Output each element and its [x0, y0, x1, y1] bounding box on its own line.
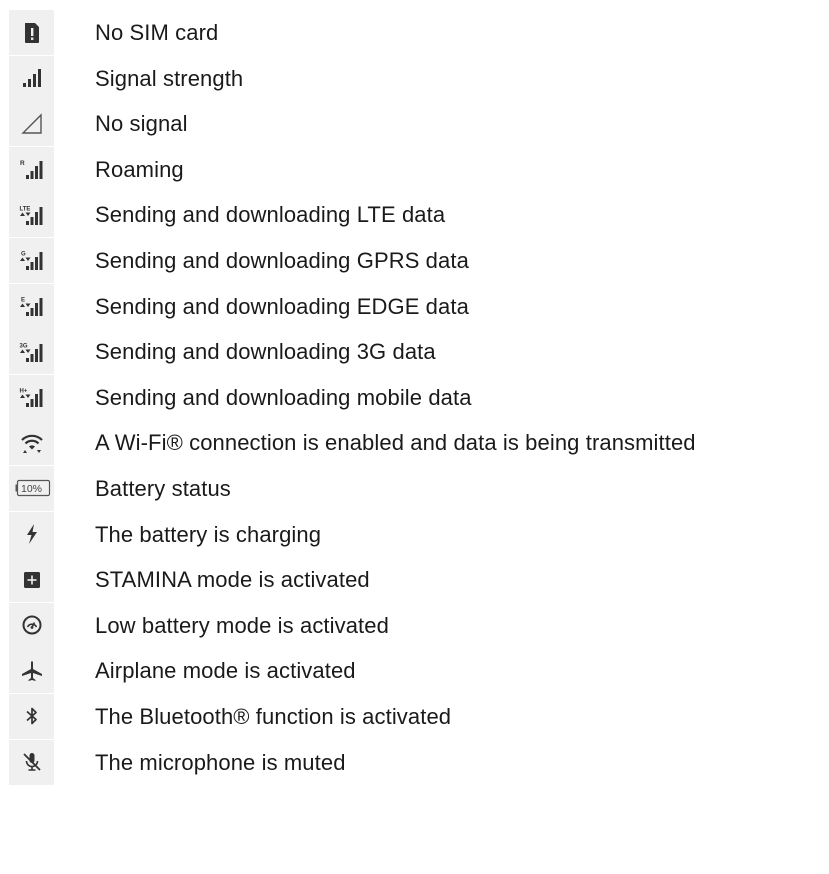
icon-cell: 3G: [9, 329, 54, 375]
item-label: No signal: [95, 111, 188, 137]
icon-cell: [9, 648, 54, 694]
airplane-mode-icon: [21, 661, 42, 681]
item-label: Sending and downloading GPRS data: [95, 247, 469, 273]
list-item: No SIM card: [0, 6, 829, 55]
item-label: No SIM card: [95, 20, 219, 45]
item-label: Signal strength: [95, 65, 244, 91]
list-item: Airplane mode is activated: [0, 644, 829, 694]
wifi-transmitting-icon: [20, 434, 43, 453]
list-item: No signal: [0, 97, 829, 147]
item-label: The Bluetooth® function is activated: [95, 703, 452, 729]
gprs-data-icon: G: [19, 252, 42, 271]
icon-cell: LTE: [9, 192, 54, 238]
item-label: Airplane mode is activated: [95, 658, 356, 684]
edge-glyph: E: [21, 298, 25, 304]
list-item: E Sending and downloading EDGE data: [0, 280, 829, 329]
icon-cell: G: [9, 237, 54, 283]
3g-data-icon: 3G: [19, 343, 42, 362]
status-icon-list: No SIM card Signal strength No signal R: [0, 6, 829, 785]
no-sim-card-icon: [24, 22, 39, 43]
item-label: Battery status: [95, 475, 231, 501]
item-label: The battery is charging: [95, 521, 322, 547]
list-item: LTE Sending and downloading LTE data: [0, 188, 829, 238]
roaming-glyph: R: [20, 160, 25, 167]
list-item: The Bluetooth® function is activated: [0, 690, 829, 739]
stamina-mode-icon: [23, 571, 40, 588]
3g-glyph: 3G: [19, 343, 27, 349]
item-label: A Wi-Fi® connection is enabled and data …: [95, 430, 696, 456]
list-item: The microphone is muted: [0, 736, 829, 785]
no-signal-icon: [20, 112, 42, 134]
list-item: R Roaming: [0, 143, 829, 192]
list-item: H+ Sending and downloading mobile data: [0, 371, 829, 420]
item-label: Low battery mode is activated: [95, 612, 389, 638]
list-item: G Sending and downloading GPRS data: [0, 234, 829, 283]
battery-charging-icon: [26, 524, 37, 545]
icon-cell: [9, 511, 54, 557]
gprs-glyph: G: [21, 252, 26, 258]
icon-cell: [9, 557, 54, 603]
icon-cell: R: [9, 146, 54, 192]
list-item: 10% Battery status: [0, 462, 829, 511]
battery-percent-glyph: 10%: [21, 483, 42, 495]
icon-cell: [9, 693, 54, 739]
hplus-glyph: H+: [19, 389, 27, 395]
list-item: Signal strength: [0, 52, 829, 101]
icon-cell: 10%: [9, 465, 54, 511]
signal-strength-icon: [22, 69, 41, 88]
icon-cell: [9, 55, 54, 101]
item-label: Sending and downloading mobile data: [95, 384, 472, 410]
lte-data-icon: LTE: [19, 206, 42, 225]
icon-cell: [9, 420, 54, 466]
icon-cell: [9, 101, 54, 147]
roaming-icon: R: [20, 160, 42, 180]
icon-cell: [9, 10, 54, 55]
item-label: Sending and downloading 3G data: [95, 339, 436, 365]
mobile-data-icon: H+: [19, 389, 42, 408]
bluetooth-icon: [25, 708, 37, 725]
item-label: STAMINA mode is activated: [95, 567, 370, 593]
icon-cell: [9, 739, 54, 785]
microphone-muted-icon: [22, 753, 41, 771]
icon-cell: E: [9, 283, 54, 329]
icon-cell: [9, 602, 54, 648]
list-item: 3G Sending and downloading 3G data: [0, 325, 829, 375]
list-item: A Wi-Fi® connection is enabled and data …: [0, 416, 829, 466]
lte-glyph: LTE: [19, 206, 30, 212]
battery-status-icon: 10%: [15, 480, 50, 497]
list-item: Low battery mode is activated: [0, 599, 829, 648]
item-label: Sending and downloading LTE data: [95, 202, 446, 228]
list-item: The battery is charging: [0, 508, 829, 557]
list-item: STAMINA mode is activated: [0, 553, 829, 603]
edge-data-icon: E: [19, 298, 42, 317]
item-label: The microphone is muted: [95, 749, 346, 775]
item-label: Roaming: [95, 156, 184, 182]
icon-cell: H+: [9, 374, 54, 420]
low-battery-mode-icon: [22, 615, 41, 635]
item-label: Sending and downloading EDGE data: [95, 293, 469, 319]
